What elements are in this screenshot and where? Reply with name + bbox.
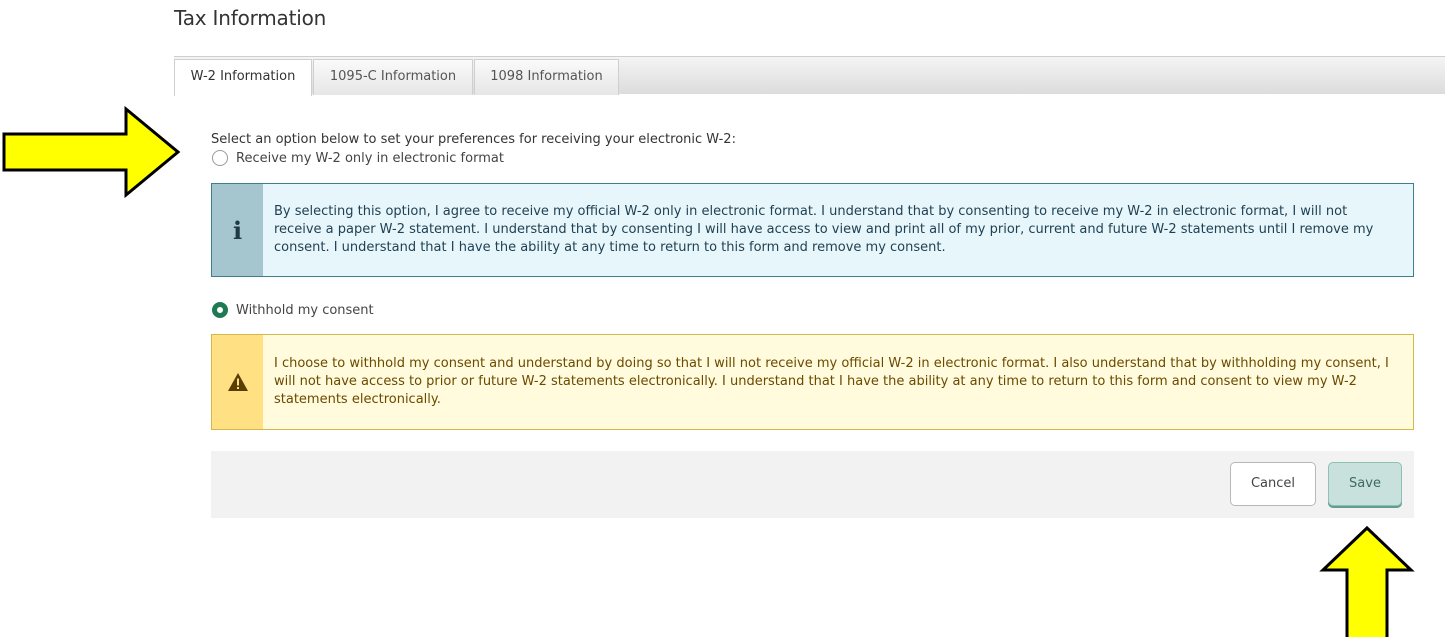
withhold-consent-text: I choose to withhold my consent and unde… xyxy=(274,356,1389,407)
info-icon-strip: i xyxy=(212,184,263,276)
save-button[interactable]: Save xyxy=(1328,462,1402,506)
electronic-consent-text: By selecting this option, I agree to rec… xyxy=(274,204,1374,255)
arrow-right-icon xyxy=(2,105,181,199)
cancel-button[interactable]: Cancel xyxy=(1230,462,1316,506)
tab-1098-information[interactable]: 1098 Information xyxy=(474,59,619,95)
tab-w2-information[interactable]: W-2 Information xyxy=(174,59,312,96)
electronic-consent-notice: i By selecting this option, I agree to r… xyxy=(211,183,1414,277)
warning-icon-strip xyxy=(212,335,263,429)
withhold-consent-radio[interactable] xyxy=(212,302,228,318)
option-electronic-w2[interactable]: Receive my W-2 only in electronic format xyxy=(211,150,504,166)
electronic-format-label: Receive my W-2 only in electronic format xyxy=(236,150,504,166)
tab-bar: W-2 Information 1095-C Information 1098 … xyxy=(174,56,1445,96)
warning-icon xyxy=(227,373,248,391)
form-prompt: Select an option below to set your prefe… xyxy=(211,132,736,147)
page-title: Tax Information xyxy=(174,6,327,30)
option-withhold-consent[interactable]: Withhold my consent xyxy=(211,302,374,318)
arrow-up-icon xyxy=(1319,525,1415,637)
info-icon: i xyxy=(232,215,243,245)
tab-1095c-information[interactable]: 1095-C Information xyxy=(313,59,473,95)
withhold-consent-notice: I choose to withhold my consent and unde… xyxy=(211,334,1414,430)
electronic-format-radio[interactable] xyxy=(212,150,228,166)
withhold-consent-label: Withhold my consent xyxy=(236,302,374,318)
